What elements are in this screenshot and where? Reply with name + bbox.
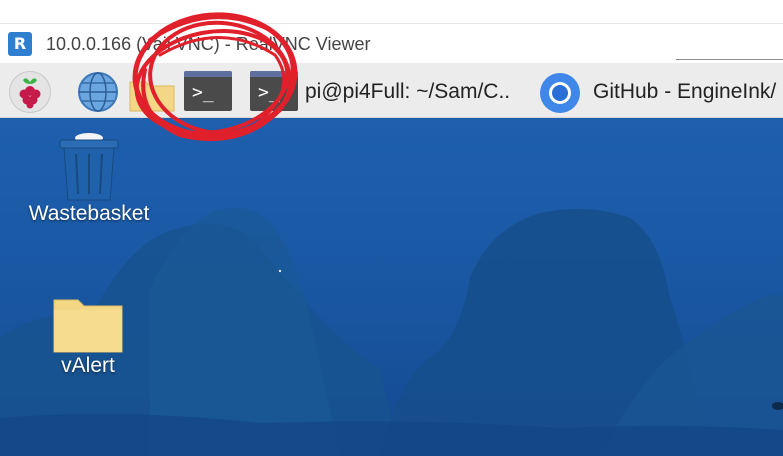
terminal-prompt: >_ (192, 82, 214, 103)
file-manager-launcher[interactable] (129, 78, 175, 112)
desktop-wallpaper: Wastebasket vAlert (0, 118, 783, 456)
desktop-taskbar: >_ >_ pi@pi4Full: ~/Sam/C.. GitHub - Eng… (0, 63, 783, 118)
terminal-window-label[interactable]: pi@pi4Full: ~/Sam/C.. (305, 80, 510, 104)
toolbar-edge (676, 59, 783, 61)
chrome-icon (540, 73, 580, 113)
terminal-prompt: >_ (258, 82, 280, 103)
valert-label: vAlert (61, 354, 115, 377)
raspberry-pi-icon (19, 78, 41, 109)
chrome-window-button[interactable] (538, 71, 582, 115)
window-title: 10.0.0.166 (Vail VNC) - RealVNC Viewer (46, 34, 371, 54)
terminal-window-button[interactable]: >_ (250, 71, 298, 111)
realvnc-logo-icon: R (8, 32, 32, 56)
folder-icon (53, 299, 123, 353)
vnc-title-bar: R 10.0.0.166 (Vail VNC) - RealVNC Viewer (0, 23, 783, 64)
raspberry-pi-menu-button[interactable] (9, 71, 51, 113)
terminal-icon: >_ (250, 71, 298, 111)
folder-icon (129, 81, 175, 112)
trash-icon (59, 133, 119, 201)
wastebasket-label: Wastebasket (28, 202, 150, 225)
web-browser-launcher[interactable] (77, 71, 119, 113)
chrome-window-label[interactable]: GitHub - EngineInk/ (593, 80, 776, 104)
desktop-icon-valert[interactable]: vAlert (38, 294, 138, 378)
terminal-launcher[interactable]: >_ (184, 71, 232, 111)
terminal-icon: >_ (184, 71, 232, 111)
globe-icon (78, 72, 118, 112)
desktop-icon-wastebasket[interactable]: Wastebasket (22, 132, 156, 226)
